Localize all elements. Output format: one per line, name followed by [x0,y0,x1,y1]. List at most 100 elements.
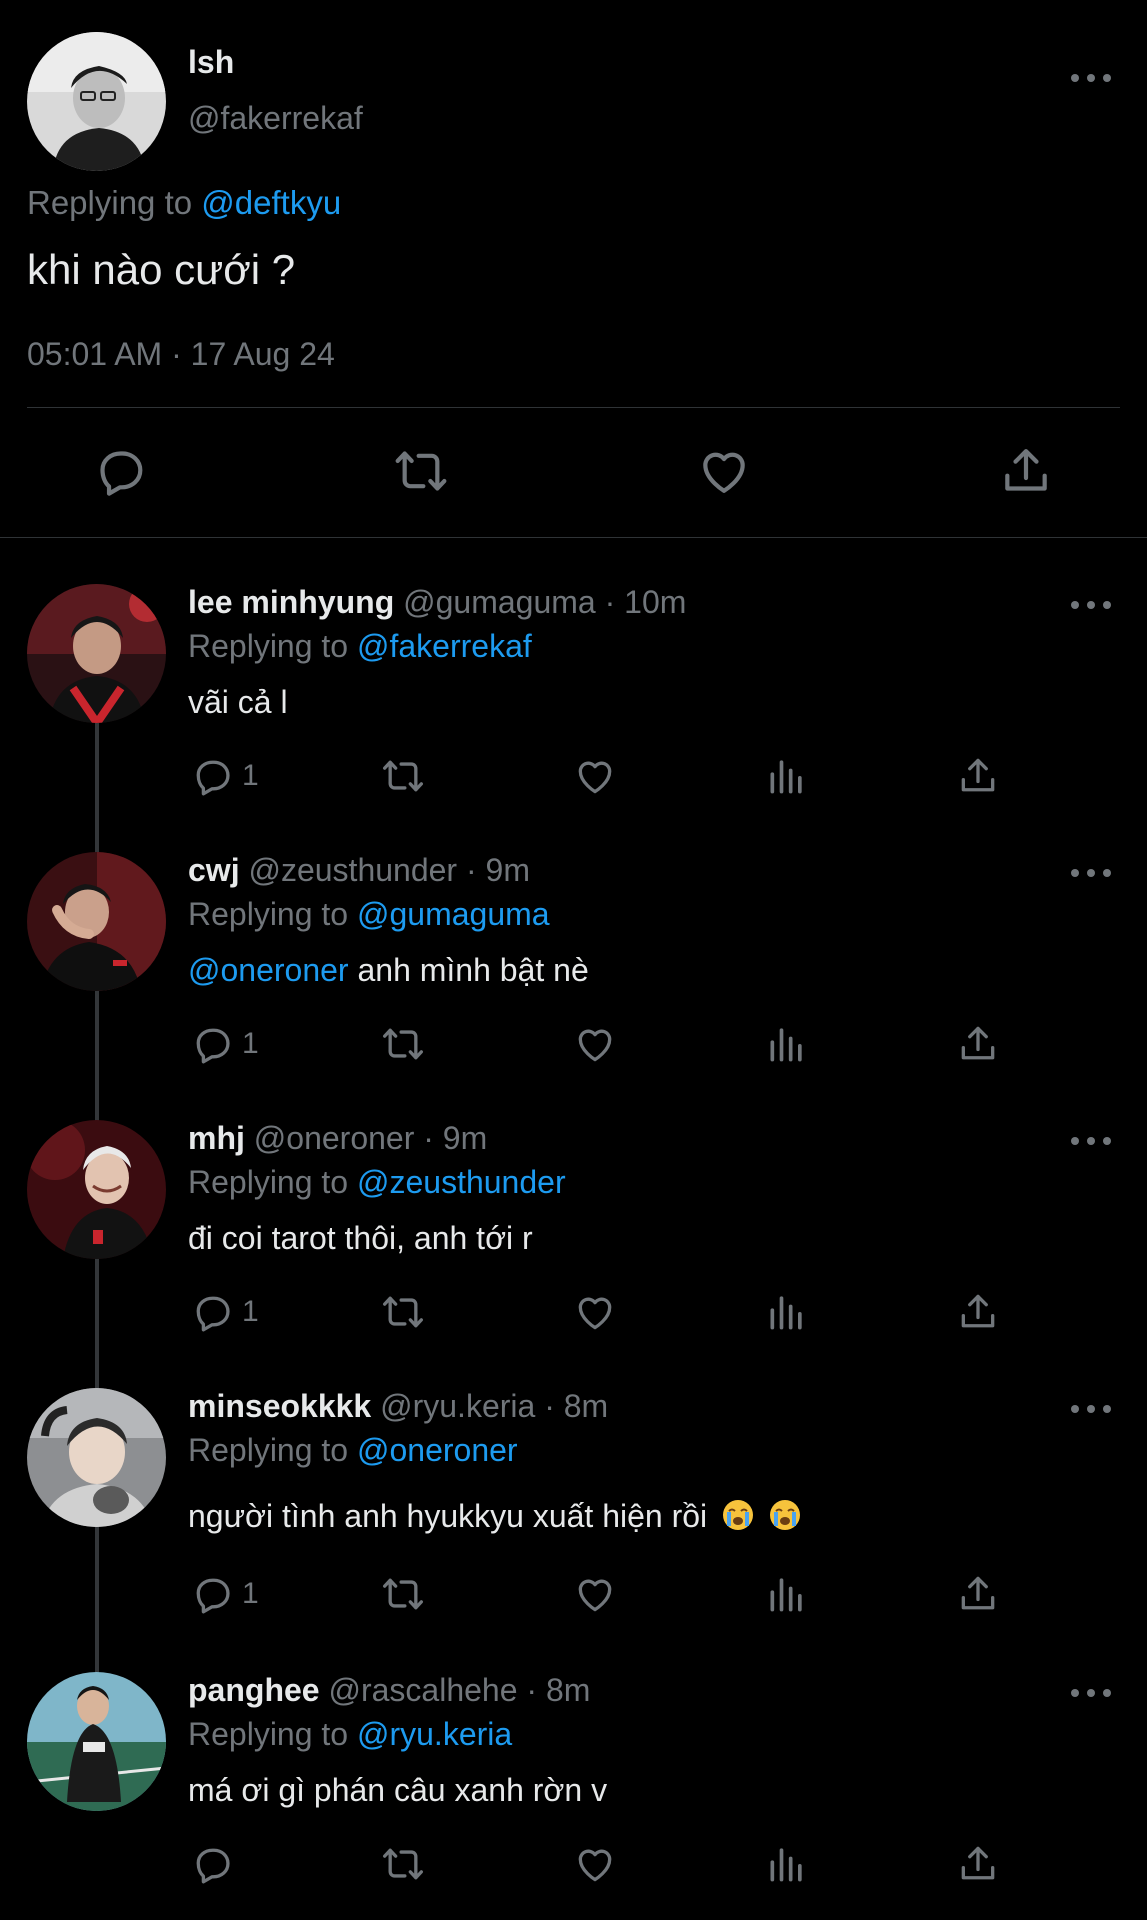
replying-to-link[interactable]: @oneroner [357,1432,518,1468]
retweet-button[interactable] [381,1022,425,1066]
share-button[interactable] [956,1290,1000,1334]
reply-text: @oneroner anh mình bật nè [188,952,589,989]
reply-header: lee minhyung @gumaguma · 10m [188,584,686,621]
reply-count: 1 [242,1577,259,1610]
share-button[interactable] [956,1022,1000,1066]
reply-text-body: vãi cả l [188,684,288,720]
retweet-button[interactable] [381,754,425,798]
mention-link[interactable]: @oneroner [188,952,349,988]
reply-text-body: anh mình bật nè [348,952,589,988]
share-button[interactable] [956,1842,1000,1886]
reply-icon [196,1848,230,1884]
reply-tweet[interactable]: cwj @zeusthunder · 9m Replying to @gumag… [0,852,1147,1129]
author-handle[interactable]: @ryu.keria [380,1388,535,1424]
share-button[interactable] [956,754,1000,798]
views-button[interactable] [765,1022,809,1066]
like-icon [578,761,612,794]
avatar[interactable] [27,32,166,171]
reply-time: · 9m [414,1120,488,1156]
replying-to-label: Replying to [188,1716,349,1752]
share-button[interactable] [956,1572,1000,1616]
avatar[interactable] [27,1672,166,1811]
replying-to-label: Replying to [188,1432,349,1468]
replying-to-link[interactable]: @gumaguma [357,896,550,932]
views-icon [770,1578,802,1612]
reply-tweet[interactable]: panghee @rascalhehe · 8m Replying to @ry… [0,1672,1147,1920]
retweet-button[interactable] [381,1842,425,1886]
share-icon [961,1294,995,1328]
author-name[interactable]: mhj [188,1120,245,1156]
reply-button[interactable]: 1 [190,1290,259,1334]
like-button[interactable] [573,1572,617,1616]
reply-count: 1 [242,759,259,792]
like-button[interactable] [573,1290,617,1334]
retweet-button[interactable] [381,1290,425,1334]
views-button[interactable] [765,1290,809,1334]
replying-to: Replying to @deftkyu [27,184,341,222]
author-handle[interactable]: @fakerrekaf [188,100,363,137]
thread-line [95,987,99,1129]
author-handle[interactable]: @oneroner [254,1120,415,1156]
author-name[interactable]: panghee [188,1672,320,1708]
tweet-text: khi nào cưới ? [27,246,296,293]
replying-to-link[interactable]: @zeusthunder [357,1164,566,1200]
reply-tweet[interactable]: mhj @oneroner · 9m Replying to @zeusthun… [0,1120,1147,1397]
reply-icon[interactable] [92,443,148,499]
reply-text: vãi cả l [188,684,288,721]
reply-header: mhj @oneroner · 9m [188,1120,487,1157]
views-button[interactable] [765,1572,809,1616]
like-button[interactable] [573,754,617,798]
avatar[interactable] [27,1388,166,1527]
retweet-button[interactable] [381,1572,425,1616]
more-options-icon[interactable] [1071,1403,1111,1415]
author-handle[interactable]: @gumaguma [403,584,596,620]
like-icon[interactable] [696,443,752,499]
author-name[interactable]: cwj [188,852,240,888]
reply-icon [196,760,230,796]
replying-to-label: Replying to [188,1164,349,1200]
reply-tweet[interactable]: minseokkkk @ryu.keria · 8m Replying to @… [0,1388,1147,1675]
replying-to-link[interactable]: @deftkyu [201,184,341,221]
avatar[interactable] [27,852,166,991]
main-tweet: lsh @fakerrekaf Replying to @deftkyu khi… [0,0,1147,538]
author-name[interactable]: minseokkkk [188,1388,371,1424]
reply-button[interactable] [190,1842,242,1886]
replying-to-link[interactable]: @fakerrekaf [357,628,532,664]
retweet-icon[interactable] [393,443,449,499]
like-icon [578,1849,612,1882]
like-button[interactable] [573,1022,617,1066]
like-icon [578,1579,612,1612]
share-icon[interactable] [998,443,1054,499]
author-handle[interactable]: @zeusthunder [248,852,457,888]
author-handle[interactable]: @rascalhehe [328,1672,517,1708]
reply-button[interactable]: 1 [190,1022,259,1066]
like-icon [578,1297,612,1330]
reply-tweet[interactable]: lee minhyung @gumaguma · 10m Replying to… [0,584,1147,861]
thread-line [95,719,99,861]
more-options-icon[interactable] [1071,72,1111,84]
avatar[interactable] [27,584,166,723]
reply-button[interactable]: 1 [190,754,259,798]
author-name[interactable]: lsh [188,44,234,81]
divider [0,537,1147,538]
reply-text-body: đi coi tarot thôi, anh tới r [188,1220,533,1256]
reply-time: · 9m [457,852,530,888]
replying-to-link[interactable]: @ryu.keria [357,1716,512,1752]
more-options-icon[interactable] [1071,1687,1111,1699]
more-options-icon[interactable] [1071,599,1111,611]
retweet-icon [383,1848,423,1880]
reply-time: · 10m [595,584,687,620]
views-icon [770,1028,802,1062]
more-options-icon[interactable] [1071,1135,1111,1147]
views-button[interactable] [765,754,809,798]
views-button[interactable] [765,1842,809,1886]
author-name[interactable]: lee minhyung [188,584,394,620]
reply-text: đi coi tarot thôi, anh tới r [188,1220,533,1257]
like-button[interactable] [573,1842,617,1886]
retweet-icon [383,1028,423,1060]
reply-button[interactable]: 1 [190,1572,259,1616]
avatar[interactable] [27,1120,166,1259]
replying-to: Replying to @fakerrekaf [188,628,532,665]
reply-icon [196,1296,230,1332]
more-options-icon[interactable] [1071,867,1111,879]
